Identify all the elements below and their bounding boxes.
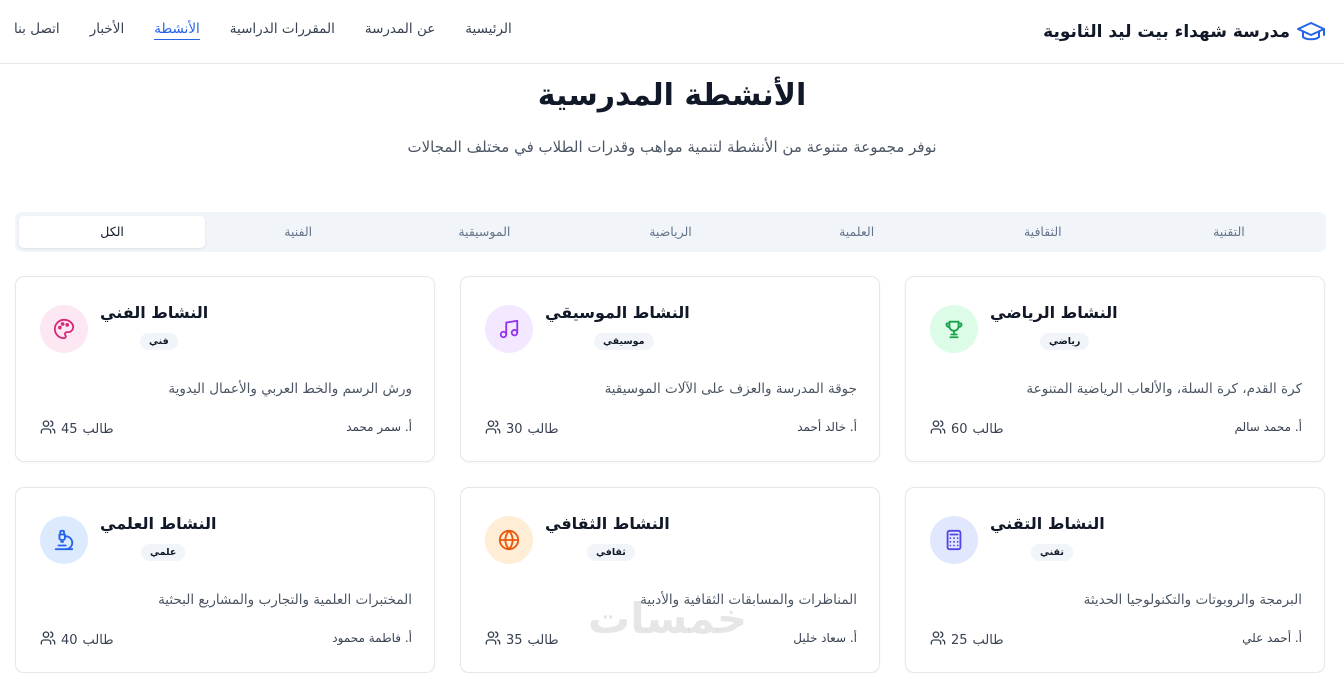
activity-card-technical[interactable]: النشاط التقني تقني البرمجة والروبوتات وا… [905, 487, 1325, 673]
card-description: ورش الرسم والخط العربي والأعمال اليدوية [168, 381, 412, 397]
card-title: النشاط التقني [990, 514, 1105, 533]
student-count-label: طالب [972, 632, 1004, 648]
card-title: النشاط الثقافي [545, 514, 670, 533]
category-badge: ثقافي [587, 544, 635, 561]
tab-technical[interactable]: التقنية [1136, 216, 1322, 248]
card-description: كرة القدم، كرة السلة، والألعاب الرياضية … [1026, 381, 1302, 397]
card-description: جوقة المدرسة والعزف على الآلات الموسيقية [604, 381, 857, 397]
card-title: النشاط الفني [100, 303, 209, 322]
student-count-value: 45 [61, 421, 78, 437]
student-count-label: طالب [82, 421, 114, 437]
student-count: 25 طالب [930, 630, 1004, 650]
activity-card-sports[interactable]: النشاط الرياضي رياضي كرة القدم، كرة السل… [905, 276, 1325, 462]
student-count-value: 25 [951, 632, 968, 648]
tab-all[interactable]: الكل [19, 216, 206, 248]
calculator-icon [930, 516, 978, 564]
card-description: المختبرات العلمية والتجارب والمشاريع الب… [158, 592, 412, 608]
users-icon [930, 419, 946, 439]
users-icon [40, 630, 56, 650]
nav-link-news[interactable]: الأخبار [90, 21, 125, 40]
nav-links: الرئيسية عن المدرسة المقررات الدراسية ال… [14, 21, 512, 40]
tab-scientific[interactable]: العلمية [764, 216, 950, 248]
category-badge: رياضي [1040, 333, 1090, 350]
card-teacher: أ. أحمد علي [1242, 631, 1302, 645]
card-title: النشاط الرياضي [990, 303, 1118, 322]
music-icon [485, 305, 533, 353]
student-count: 30 طالب [485, 419, 559, 439]
tab-cultural[interactable]: الثقافية [950, 216, 1136, 248]
navbar: مدرسة شهداء بيت ليد الثانوية الرئيسية عن… [0, 0, 1344, 64]
student-count: 35 طالب [485, 630, 559, 650]
nav-link-about[interactable]: عن المدرسة [365, 21, 435, 40]
student-count: 40 طالب [40, 630, 114, 650]
graduation-cap-icon [1296, 20, 1326, 44]
student-count: 60 طالب [930, 419, 1004, 439]
student-count-value: 35 [506, 632, 523, 648]
globe-icon [485, 516, 533, 564]
card-teacher: أ. سمر محمد [346, 420, 412, 434]
student-count-value: 40 [61, 632, 78, 648]
card-title: النشاط الموسيقي [545, 303, 690, 322]
student-count-value: 30 [506, 421, 523, 437]
card-teacher: أ. فاطمة محمود [332, 631, 412, 645]
card-title: النشاط العلمي [100, 514, 217, 533]
filter-tabs: التقنية الثقافية العلمية الرياضية الموسي… [15, 212, 1326, 252]
users-icon [40, 419, 56, 439]
users-icon [485, 630, 501, 650]
page-title: الأنشطة المدرسية [537, 78, 807, 113]
nav-link-activities[interactable]: الأنشطة [154, 21, 200, 40]
brand-name: مدرسة شهداء بيت ليد الثانوية [1043, 22, 1290, 42]
watermark: خمسات [588, 594, 748, 643]
category-badge: تقني [1031, 544, 1073, 561]
student-count-value: 60 [951, 421, 968, 437]
activity-card-scientific[interactable]: النشاط العلمي علمي المختبرات العلمية وال… [15, 487, 435, 673]
nav-link-home[interactable]: الرئيسية [465, 21, 512, 40]
card-description: البرمجة والروبوتات والتكنولوجيا الحديثة [1083, 592, 1302, 608]
category-badge: موسيقي [594, 333, 654, 350]
activity-card-cultural[interactable]: النشاط الثقافي ثقافي المناظرات والمسابقا… [460, 487, 880, 673]
student-count: 45 طالب [40, 419, 114, 439]
tab-sports[interactable]: الرياضية [577, 216, 763, 248]
users-icon [485, 419, 501, 439]
category-badge: فني [140, 333, 178, 350]
category-badge: علمي [141, 544, 186, 561]
nav-link-courses[interactable]: المقررات الدراسية [230, 21, 335, 40]
page-subtitle: نوفر مجموعة متنوعة من الأنشطة لتنمية موا… [407, 138, 937, 156]
microscope-icon [40, 516, 88, 564]
tab-music[interactable]: الموسيقية [391, 216, 577, 248]
activity-card-music[interactable]: النشاط الموسيقي موسيقي جوقة المدرسة والع… [460, 276, 880, 462]
brand[interactable]: مدرسة شهداء بيت ليد الثانوية [1043, 17, 1326, 47]
card-teacher: أ. محمد سالم [1234, 420, 1302, 434]
tab-art[interactable]: الفنية [205, 216, 391, 248]
student-count-label: طالب [82, 632, 114, 648]
trophy-icon [930, 305, 978, 353]
activity-card-art[interactable]: النشاط الفني فني ورش الرسم والخط العربي … [15, 276, 435, 462]
student-count-label: طالب [527, 421, 559, 437]
users-icon [930, 630, 946, 650]
student-count-label: طالب [972, 421, 1004, 437]
card-teacher: أ. خالد أحمد [797, 420, 857, 434]
nav-link-contact[interactable]: اتصل بنا [14, 21, 60, 40]
student-count-label: طالب [527, 632, 559, 648]
card-teacher: أ. سعاد خليل [793, 631, 857, 645]
palette-icon [40, 305, 88, 353]
